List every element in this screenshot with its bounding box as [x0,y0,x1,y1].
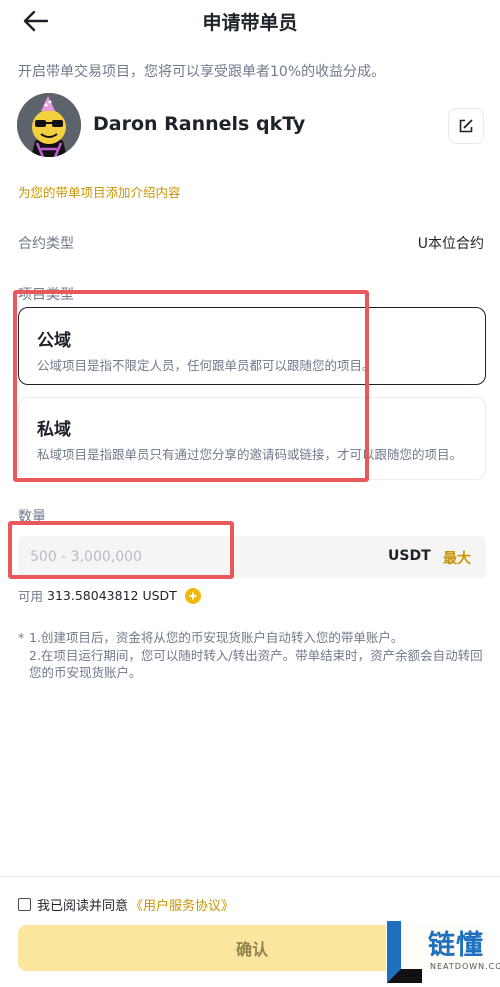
quantity-label: 数量 [18,509,46,525]
available-value: 313.58043812 USDT [47,588,177,603]
agreement-text: 我已阅读并同意 [37,899,129,914]
option-private[interactable]: 私域 私域项目是指跟单员只有通过您分享的邀请码或链接，才可以跟随您的项目。 [18,397,486,480]
watermark-text: 链懂 [428,930,484,961]
agreement-row: 我已阅读并同意 《用户服务协议》 [18,895,234,914]
option-public-desc: 公域项目是指不限定人员，任何跟单员都可以跟随您的项目。 [37,358,375,373]
avatar-image [17,93,81,157]
notes-marker: * [18,630,25,645]
contract-type-label: 合约类型 [18,236,74,252]
watermark: 链懂 NEATDOWN.COM [386,919,500,985]
watermark-logo-icon [387,921,422,983]
quantity-input[interactable] [30,536,330,578]
note-line: 1.创建项目后，资金将从您的币安现货账户自动转入您的带单账户。 [29,630,404,645]
edit-icon [459,119,473,133]
option-public[interactable]: 公域 公域项目是指不限定人员，任何跟单员都可以跟随您的项目。 [18,307,486,385]
notes: * 1.创建项目后，资金将从您的币安现货账户自动转入您的带单账户。 2.在项目运… [18,629,488,682]
project-type-label: 项目类型 [18,287,74,303]
watermark-sub: NEATDOWN.COM [430,962,500,971]
top-bar: 申请带单员 [0,0,500,44]
add-intro-link[interactable]: 为您的带单项目添加介绍内容 [18,182,181,201]
available-label: 可用 [18,589,44,604]
option-private-title: 私域 [37,420,71,440]
option-private-desc: 私域项目是指跟单员只有通过您分享的邀请码或链接，才可以跟随您的项目。 [37,447,463,462]
avatar [17,93,81,157]
username: Daron Rannels qkTy [93,113,306,135]
agreement-link[interactable]: 《用户服务协议》 [130,895,234,914]
contract-type-value[interactable]: U本位合约 [418,233,484,253]
available-balance: 可用 313.58043812 USDT [18,586,201,605]
max-button[interactable]: 最大 [443,548,471,568]
bottom-divider [0,876,500,877]
agreement-checkbox[interactable] [18,898,31,911]
edit-profile-button[interactable] [448,108,484,144]
intro-text: 开启带单交易项目，您将可以享受跟单者10%的收益分成。 [18,64,386,80]
quantity-unit: USDT [388,548,431,564]
option-public-title: 公域 [37,331,71,351]
page-title: 申请带单员 [202,12,298,34]
plus-circle-icon[interactable] [184,587,201,604]
quantity-field: USDT 最大 [18,536,486,578]
note-line: 2.在项目运行期间，您可以随时转入/转出资产。带单结束时，资产余额会自动转回您的… [29,647,483,681]
